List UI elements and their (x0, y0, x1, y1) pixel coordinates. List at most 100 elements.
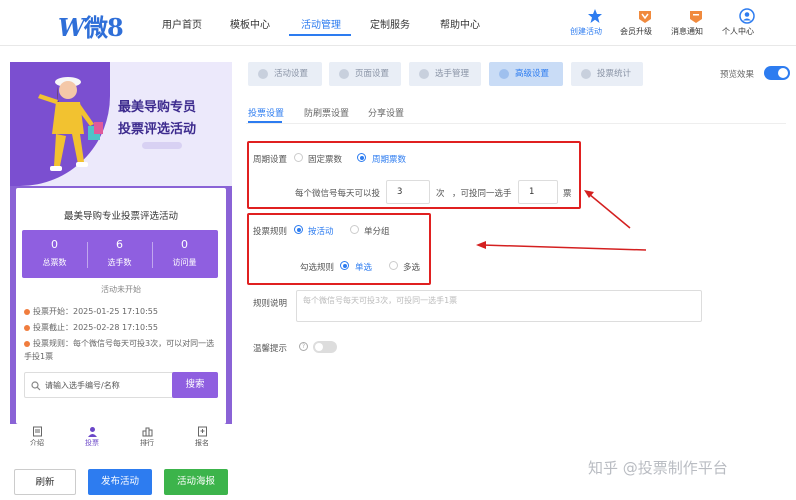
refresh-button[interactable]: 刷新 (14, 469, 76, 495)
rule-description-textarea[interactable]: 每个微信号每天可投3次，可投同一选手1票 (296, 290, 702, 322)
radio-multiple-choice[interactable] (389, 261, 398, 270)
message-notification-button[interactable]: 消息通知 (671, 8, 721, 36)
nav-item-custom-service[interactable]: 定制服务 (370, 16, 410, 31)
friendly-tip-toggle[interactable] (313, 341, 337, 353)
nav-item-templates[interactable]: 模板中心 (230, 16, 270, 31)
radio-fixed-votes[interactable] (294, 153, 303, 162)
advanced-icon (499, 69, 509, 79)
personal-center-label: 个人中心 (722, 27, 754, 36)
radio-periodic-votes[interactable] (357, 153, 366, 162)
nav-item-help-center[interactable]: 帮助中心 (440, 16, 480, 31)
step-vote-statistics[interactable]: 投票统计 (571, 62, 643, 86)
option-single-choice[interactable]: 单选 (355, 261, 372, 273)
step-contestant-management[interactable]: 选手管理 (409, 62, 481, 86)
document-icon (32, 426, 42, 437)
stat-label: 选手数 (107, 258, 132, 267)
bullet-dot (24, 325, 30, 331)
create-activity-label: 创建活动 (570, 27, 602, 36)
create-activity-button[interactable]: 创建活动 (570, 8, 620, 36)
mobile-tab-bar: 介绍 投票 排行 报名 (10, 424, 232, 456)
tab-label: 介绍 (30, 439, 44, 447)
activity-title: 最美导购专业投票评选活动 (63, 211, 178, 222)
stat-label: 访问量 (172, 258, 197, 267)
vote-end-time: 投票截止：2025-02-28 17:10:55 (24, 321, 220, 334)
stat-visits: 0 访问量 (152, 238, 217, 268)
statistics-icon (581, 69, 591, 79)
votes-per-day-input[interactable]: 3 (386, 180, 430, 204)
option-single-group[interactable]: 单分组 (364, 225, 390, 237)
step-advanced-settings[interactable]: 高级设置 (489, 62, 563, 86)
step-page-settings[interactable]: 页面设置 (329, 62, 401, 86)
vote-rule: 投票规则：每个微信号每天可投3次，可以对同一选手投1票 (24, 337, 220, 363)
message-icon (690, 11, 702, 23)
radio-single-group[interactable] (350, 225, 359, 234)
banner-tag (142, 142, 182, 149)
annotation-arrows (476, 190, 647, 251)
stats-panel: 0 总票数 6 选手数 0 访问量 (22, 230, 218, 278)
member-upgrade-button[interactable]: 会员升级 (620, 8, 670, 36)
page-icon (339, 69, 349, 79)
contestant-search: 请输入选手编号/名称 搜索 (24, 372, 218, 398)
ranking-icon (142, 427, 152, 437)
friendly-tip-label: 温馨提示 (253, 344, 288, 354)
stat-value: 0 (181, 238, 188, 251)
option-by-activity[interactable]: 按活动 (308, 225, 334, 237)
help-icon[interactable]: ? (299, 342, 308, 351)
vip-icon (639, 11, 651, 23)
personal-center-button[interactable]: 个人中心 (722, 8, 772, 36)
unit-times: 次 (436, 189, 445, 199)
person-icon (87, 427, 97, 437)
stat-value: 6 (116, 238, 123, 251)
tab-intro[interactable]: 介绍 (17, 426, 57, 448)
preview-toggle[interactable] (764, 66, 790, 80)
option-fixed-votes[interactable]: 固定票数 (308, 153, 342, 165)
tab-label: 报名 (195, 439, 209, 447)
nav-item-home[interactable]: 用户首页 (162, 16, 202, 31)
step-activity-settings[interactable]: 活动设置 (248, 62, 322, 86)
brand-logo[interactable]: W微8 (58, 8, 124, 43)
search-icon (31, 381, 41, 391)
banner-title-line-1: 最美导购专员 (118, 100, 197, 115)
nav-active-indicator (289, 34, 351, 36)
stat-contestants: 6 选手数 (87, 238, 152, 268)
search-button[interactable]: 搜索 (172, 372, 218, 398)
mobile-preview: 最美导购专员 投票评选活动 最美导购专业投票评选活动 0 总票数 6 选手数 0… (10, 62, 232, 456)
publish-activity-button[interactable]: 发布活动 (88, 469, 152, 495)
vote-rules-label: 投票规则 (253, 227, 288, 237)
nav-item-activity-management[interactable]: 活动管理 (301, 16, 341, 31)
activity-poster-button[interactable]: 活动海报 (164, 469, 228, 495)
settings-icon (258, 69, 268, 79)
tab-share-settings[interactable]: 分享设置 (368, 106, 404, 119)
vote-start-time: 投票开始：2025-01-25 17:10:55 (24, 305, 220, 318)
tab-anti-fraud-settings[interactable]: 防刷票设置 (304, 106, 349, 119)
activity-status: 活动未开始 (101, 285, 141, 294)
tab-signup[interactable]: 报名 (182, 426, 222, 448)
step-label: 页面设置 (355, 69, 390, 79)
tab-vote[interactable]: 投票 (72, 426, 112, 448)
tab-ranking[interactable]: 排行 (127, 426, 167, 448)
step-label: 活动设置 (274, 69, 309, 79)
info-text: 投票开始：2025-01-25 17:10:55 (33, 307, 158, 316)
rule-description-label: 规则说明 (253, 299, 288, 309)
activity-info-card: 最美导购专业投票评选活动 0 总票数 6 选手数 0 访问量 活动未开始 投票开… (16, 188, 226, 424)
arrow-to-period-box (588, 193, 631, 229)
arrow-head (476, 241, 486, 249)
step-label: 投票统计 (597, 69, 632, 79)
search-input[interactable]: 请输入选手编号/名称 (45, 380, 120, 391)
activity-banner: 最美导购专员 投票评选活动 (10, 62, 232, 186)
radio-single-choice[interactable] (340, 261, 349, 270)
stat-label: 总票数 (42, 258, 67, 267)
bullet-dot (24, 341, 30, 347)
message-notification-label: 消息通知 (671, 27, 703, 36)
arrow-to-rules-box (481, 244, 647, 251)
radio-by-activity[interactable] (294, 225, 303, 234)
check-rule-label: 勾选规则 (300, 263, 335, 273)
option-periodic-votes[interactable]: 周期票数 (372, 153, 406, 165)
option-multiple-choice[interactable]: 多选 (403, 261, 420, 273)
info-text: 投票规则：每个微信号每天可投3次，可以对同一选手投1票 (24, 339, 215, 361)
member-upgrade-label: 会员升级 (620, 27, 652, 36)
contestant-icon (419, 69, 429, 79)
period-settings-label: 周期设置 (253, 155, 288, 165)
tab-vote-settings[interactable]: 投票设置 (248, 106, 284, 119)
user-icon (739, 8, 755, 24)
